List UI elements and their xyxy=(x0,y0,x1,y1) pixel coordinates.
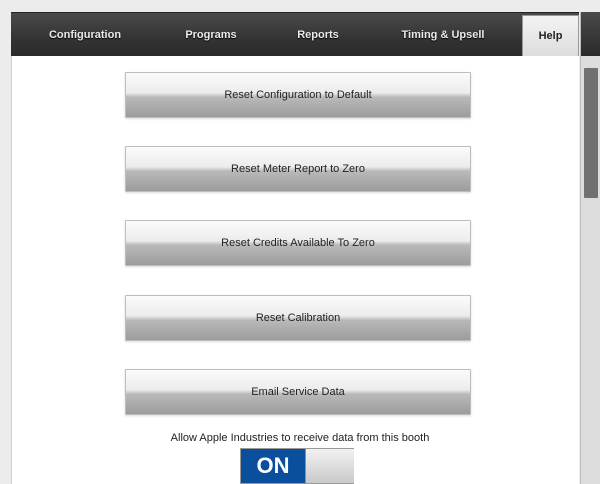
reset-meter-report-button[interactable]: Reset Meter Report to Zero xyxy=(125,146,471,192)
toggle-knob[interactable] xyxy=(305,449,354,483)
reset-calibration-label: Reset Calibration xyxy=(255,312,341,324)
reset-credits-button[interactable]: Reset Credits Available To Zero xyxy=(125,220,471,266)
reset-configuration-button[interactable]: Reset Configuration to Default xyxy=(125,72,471,118)
data-sharing-caption: Allow Apple Industries to receive data f… xyxy=(170,432,430,444)
tab-bar: Configuration Programs Reports Timing & … xyxy=(11,12,579,58)
scrollbar-thumb[interactable] xyxy=(584,68,598,198)
email-service-data-button[interactable]: Email Service Data xyxy=(125,369,471,415)
help-panel xyxy=(11,56,579,484)
tab-programs[interactable]: Programs xyxy=(161,13,261,57)
reset-meter-report-label: Reset Meter Report to Zero xyxy=(231,163,365,175)
vertical-scrollbar[interactable] xyxy=(580,12,600,484)
reset-calibration-button[interactable]: Reset Calibration xyxy=(125,295,471,341)
app-window: Configuration Programs Reports Timing & … xyxy=(0,0,600,484)
tab-timing-upsell[interactable]: Timing & Upsell xyxy=(383,13,503,57)
tab-configuration[interactable]: Configuration xyxy=(29,13,141,57)
email-service-data-label: Email Service Data xyxy=(251,386,345,398)
tab-help[interactable]: Help xyxy=(522,15,579,58)
data-sharing-toggle[interactable]: ON xyxy=(240,448,354,484)
tab-reports[interactable]: Reports xyxy=(274,13,362,57)
toggle-on-label: ON xyxy=(241,449,305,483)
reset-configuration-label: Reset Configuration to Default xyxy=(224,89,372,101)
scrollbar-top xyxy=(581,12,600,56)
reset-credits-label: Reset Credits Available To Zero xyxy=(221,237,375,249)
